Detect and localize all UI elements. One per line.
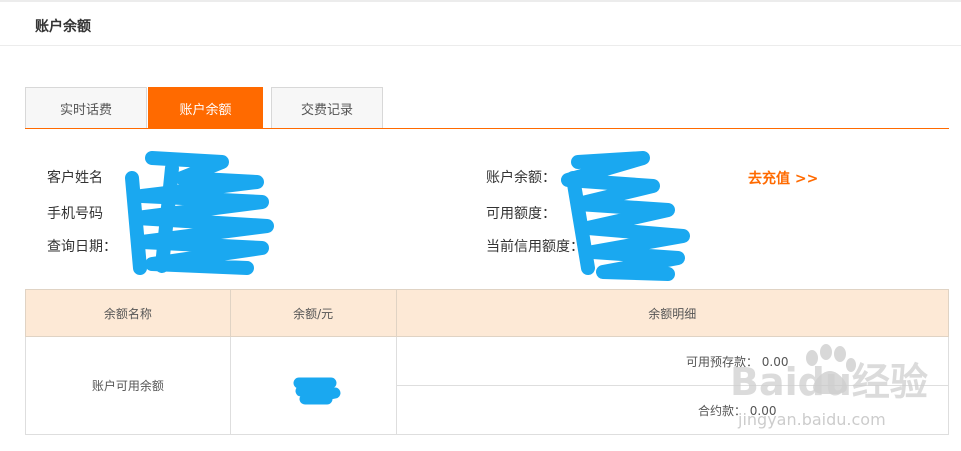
- available-credit-label: 可用额度：: [486, 206, 556, 222]
- query-date-label: 查询日期：: [47, 239, 117, 255]
- redaction-mark-left: [125, 151, 274, 275]
- balance-name-cell: 账户可用余额: [25, 336, 231, 435]
- tab-account-balance[interactable]: 账户余额: [148, 87, 263, 129]
- column-header-balance-detail: 余额明细: [395, 289, 950, 337]
- page-header: 账户余额: [0, 0, 961, 46]
- column-header-balance-name: 余额名称: [25, 289, 231, 337]
- column-header-amount: 余额/元: [229, 289, 397, 337]
- phone-number-row: 手机号码: [47, 203, 103, 223]
- tab-payment-records[interactable]: 交费记录: [271, 87, 383, 128]
- account-balance-label: 账户余额：: [486, 170, 556, 186]
- table-header-row: 余额名称 余额/元 余额明细: [25, 289, 950, 337]
- account-balance-row: 账户余额：: [486, 167, 556, 187]
- tab-bar: 实时话费 账户余额 交费记录: [25, 87, 949, 129]
- baidu-jingyan-watermark: Baidu经验 jingyan.baidu.com: [730, 344, 928, 429]
- redaction-mark-amount: [293, 377, 341, 405]
- query-date-row: 查询日期：: [47, 236, 117, 256]
- redaction-mark-right: [561, 151, 690, 281]
- customer-name-label: 客户姓名: [47, 170, 103, 186]
- recharge-link[interactable]: 去充值 >>: [748, 168, 818, 188]
- watermark-url: jingyan.baidu.com: [737, 410, 886, 429]
- tab-realtime-charges[interactable]: 实时话费: [25, 87, 147, 128]
- balance-amount-cell: [229, 336, 397, 435]
- customer-name-row: 客户姓名: [47, 167, 103, 187]
- phone-number-label: 手机号码: [47, 206, 103, 222]
- available-credit-row: 可用额度：: [486, 203, 556, 223]
- page-title: 账户余额: [35, 19, 91, 35]
- watermark-brand: Baidu经验: [730, 360, 928, 404]
